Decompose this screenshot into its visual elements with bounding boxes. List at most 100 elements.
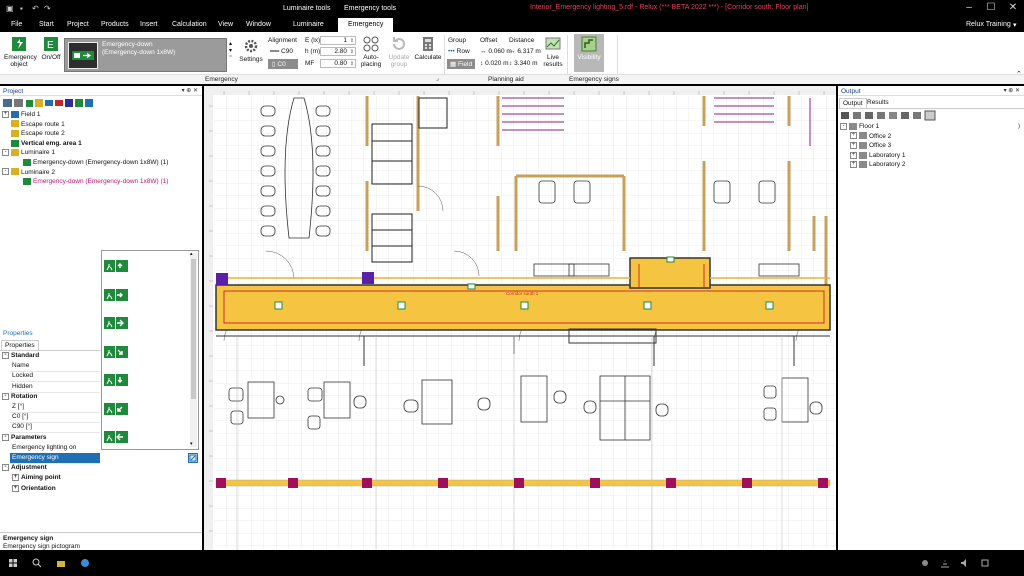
selector-scroll-icon[interactable]: ▴ ▾ ⁼ [229, 40, 232, 61]
menu-insert[interactable]: Insert [140, 21, 158, 28]
collapse-icon[interactable]: - [2, 392, 9, 400]
expand-icon[interactable] [2, 120, 9, 127]
project-tree-item[interactable]: Escape route 1 [2, 120, 65, 130]
property-subsection[interactable]: + Orientation [12, 484, 56, 492]
group-field-option[interactable]: ▦ Field [447, 59, 475, 69]
expand-icon[interactable]: + [2, 110, 9, 118]
property-name[interactable]: Z [°] [12, 403, 24, 410]
project-tree-item[interactable]: Escape route 2 [2, 129, 65, 139]
output-tree-item[interactable]: + Laboratory 1 [850, 151, 906, 161]
property-name[interactable]: C90 [°] [12, 423, 32, 430]
group-row-option[interactable]: ••• Row [448, 48, 470, 55]
expand-icon[interactable]: + [850, 132, 857, 140]
menu-luminaire[interactable]: Luminaire [293, 21, 324, 28]
redo-icon[interactable]: ↷ [44, 4, 51, 13]
calculate-button[interactable]: Calculate [414, 36, 442, 61]
h-input[interactable]: 2.80 ⇕ [320, 47, 356, 56]
expand-icon[interactable]: + [850, 141, 857, 149]
menu-products[interactable]: Products [101, 21, 129, 28]
scrollbar-thumb[interactable] [191, 259, 196, 399]
menu-start[interactable]: Start [39, 21, 54, 28]
property-name[interactable]: Hidden [12, 383, 33, 390]
output-tree-item[interactable]: + Office 2 [850, 132, 891, 142]
expand-icon[interactable] [14, 178, 21, 185]
collapse-icon[interactable]: - [2, 168, 9, 176]
expand-icon[interactable] [2, 140, 9, 147]
project-tree-item[interactable]: Emergency-down (Emergency-down 1x8W) (1) [14, 158, 168, 168]
expand-icon[interactable]: + [850, 151, 857, 159]
project-tree-item[interactable]: Emergency-down (Emergency-down 1x8W) (1) [14, 177, 168, 187]
panel-controls-icon[interactable]: ▾ ⊕ ✕ [1004, 87, 1020, 94]
emergency-sign-option[interactable] [104, 317, 130, 329]
expand-icon[interactable]: + [850, 161, 857, 169]
output-tree-item[interactable]: + Office 3 [850, 141, 891, 151]
on-off-button[interactable]: E On/Off [39, 36, 63, 61]
panel-controls-icon[interactable]: ▾ ⊕ ✕ [182, 87, 198, 94]
menu-emergency[interactable]: Emergency [338, 18, 394, 32]
property-section[interactable]: - Rotation [2, 392, 37, 400]
properties-tab[interactable]: Properties [1, 340, 39, 350]
menu-view[interactable]: View [218, 21, 233, 28]
tray-icon[interactable] [920, 558, 930, 568]
volume-icon[interactable] [960, 558, 970, 568]
undo-icon[interactable]: ↶ [32, 4, 39, 13]
close-icon[interactable]: ✕ [1006, 2, 1020, 13]
output-tree-item[interactable]: + Laboratory 2 [850, 160, 906, 170]
network-icon[interactable] [940, 558, 950, 568]
group-expand-icon[interactable]: ⌟ [436, 75, 439, 82]
search-icon[interactable] [32, 558, 42, 568]
alignment-c0[interactable]: ▯ C0 [268, 59, 298, 69]
property-section[interactable]: - Adjustment [2, 464, 47, 471]
project-tree-item[interactable]: + Field 1 [2, 110, 41, 120]
e-spin-icon[interactable]: ⇕ [350, 37, 354, 45]
auto-placing-button[interactable]: Auto-placing [359, 36, 383, 68]
menu-calculation[interactable]: Calculation [172, 21, 207, 28]
collapse-icon[interactable]: - [2, 433, 9, 441]
emergency-sign-option[interactable] [104, 345, 130, 358]
user-account[interactable]: Relux Training [966, 21, 1011, 28]
emergency-sign-option[interactable] [104, 288, 130, 301]
output-tab-results[interactable]: Results [867, 99, 889, 106]
e-input[interactable]: 1 ⇕ [320, 36, 356, 45]
maximize-icon[interactable]: ☐ [984, 2, 998, 13]
output-tab-output[interactable]: Output [839, 98, 867, 108]
expand-icon[interactable] [14, 159, 21, 166]
emergency-sign-option[interactable] [104, 431, 130, 443]
menu-file[interactable]: File [11, 21, 22, 28]
folder-icon[interactable] [56, 558, 66, 568]
project-toolbar-icons[interactable] [2, 98, 102, 108]
notification-icon[interactable] [980, 558, 990, 568]
output-scroll-icon[interactable]: ⟩ [1018, 123, 1020, 130]
collapse-icon[interactable]: - [2, 464, 9, 472]
property-name[interactable]: C0 [°] [12, 413, 28, 420]
browser-icon[interactable] [80, 558, 90, 568]
windows-icon[interactable] [8, 558, 18, 568]
emergency-object-button[interactable]: Emergency object [4, 36, 37, 68]
emergency-sign-option[interactable] [104, 374, 130, 386]
live-results-button[interactable]: Live results [541, 36, 565, 68]
settings-button[interactable]: Settings [238, 38, 264, 63]
expand-icon[interactable]: + [12, 474, 19, 482]
user-menu-icon[interactable]: ▾ [1013, 21, 1017, 29]
property-subsection[interactable]: + Aiming point [12, 474, 61, 482]
property-name[interactable]: Name [12, 362, 29, 369]
property-name[interactable]: Emergency sign [12, 454, 59, 461]
project-tree-item[interactable]: - Luminaire 1 [2, 148, 55, 158]
project-tree-item[interactable]: - Luminaire 2 [2, 168, 55, 178]
collapse-icon[interactable]: - [2, 352, 9, 359]
emergency-sign-option[interactable] [104, 260, 130, 272]
property-section[interactable]: - Standard [2, 352, 39, 359]
property-name[interactable]: Emergency lighting on [12, 444, 76, 451]
luminaire-selector[interactable]: Emergency-down (Emergency-down 1x8W) [64, 38, 227, 72]
visibility-button[interactable]: Visibility [574, 34, 604, 72]
property-name[interactable]: Locked [12, 372, 33, 379]
h-spin-icon[interactable]: ⇕ [350, 48, 354, 56]
output-toolbar-icons[interactable] [840, 110, 950, 121]
sign-list-scrollbar[interactable]: ▴ ▾ [190, 251, 197, 447]
scroll-down-icon[interactable]: ▾ [190, 441, 193, 447]
collapse-icon[interactable]: - [840, 122, 847, 130]
collapse-icon[interactable]: - [2, 149, 9, 157]
project-tree-item[interactable]: Vertical emg. area 1 [2, 139, 82, 149]
mf-spin-icon[interactable]: ⇕ [350, 60, 354, 68]
property-section[interactable]: - Parameters [2, 433, 46, 441]
